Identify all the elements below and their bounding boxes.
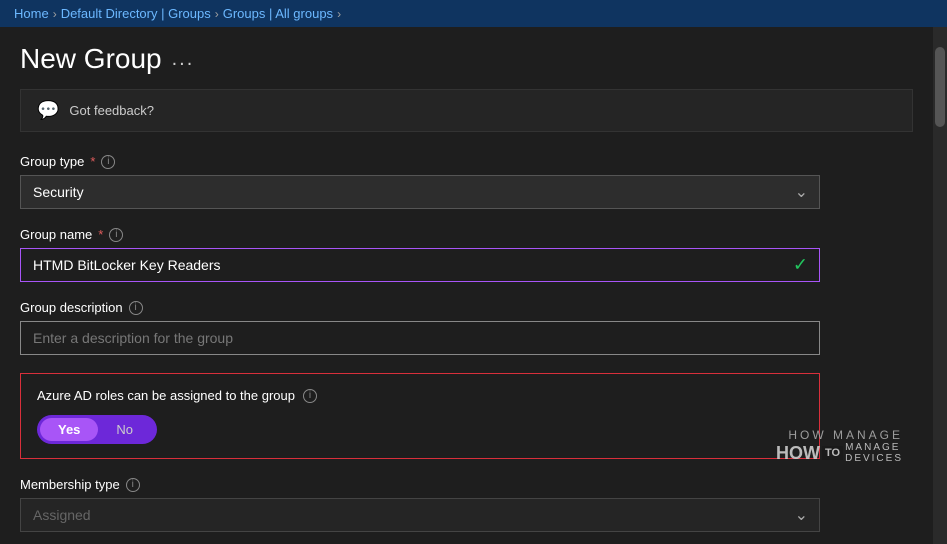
group-description-input[interactable] (20, 321, 820, 355)
required-star-name: * (98, 227, 103, 242)
breadcrumb: Home › Default Directory | Groups › Grou… (0, 0, 947, 27)
membership-type-dropdown-wrapper: Assigned Dynamic User Dynamic Device ⌄ (20, 498, 820, 532)
group-name-info-icon[interactable]: i (109, 228, 123, 242)
group-description-field: Group description i (20, 300, 913, 355)
page-title: New Group (20, 43, 162, 75)
watermark-how: HOW (776, 443, 820, 464)
feedback-text: Got feedback? (69, 103, 154, 118)
breadcrumb-sep2: › (215, 7, 219, 21)
page-title-section: New Group ... (0, 27, 933, 85)
membership-type-label: Membership type i (20, 477, 913, 492)
group-type-dropdown-wrapper: Security Microsoft 365 ⌄ (20, 175, 820, 209)
main-content: New Group ... 💬 Got feedback? Group type… (0, 27, 947, 544)
scrollbar[interactable] (933, 27, 947, 544)
toggle-yes-label: Yes (40, 418, 98, 441)
azure-roles-toggle-row: Yes No (37, 415, 803, 444)
breadcrumb-directory[interactable]: Default Directory | Groups (61, 6, 211, 21)
watermark-row2: HOW TO MANAGE DEVICES (776, 442, 903, 464)
group-description-info-icon[interactable]: i (129, 301, 143, 315)
ellipsis-button[interactable]: ... (172, 48, 195, 71)
watermark-logo: HOW MANAGE HOW TO MANAGE DEVICES (776, 428, 903, 464)
breadcrumb-sep1: › (53, 7, 57, 21)
group-type-select[interactable]: Security Microsoft 365 (20, 175, 820, 209)
form-area: New Group ... 💬 Got feedback? Group type… (0, 27, 933, 544)
membership-type-select[interactable]: Assigned Dynamic User Dynamic Device (20, 498, 820, 532)
breadcrumb-sep3: › (337, 7, 341, 21)
group-name-field: Group name * i ✓ (20, 227, 913, 282)
group-type-field: Group type * i Security Microsoft 365 ⌄ (20, 154, 913, 209)
required-star-type: * (90, 154, 95, 169)
group-type-label: Group type * i (20, 154, 913, 169)
watermark-row1: HOW MANAGE (788, 428, 903, 442)
group-type-info-icon[interactable]: i (101, 155, 115, 169)
breadcrumb-groups[interactable]: Groups | All groups (223, 6, 333, 21)
membership-type-field: Membership type i Assigned Dynamic User … (20, 477, 913, 532)
group-description-label: Group description i (20, 300, 913, 315)
group-name-input-wrapper: ✓ (20, 248, 820, 282)
form-fields: Group type * i Security Microsoft 365 ⌄ … (0, 148, 933, 544)
group-name-input[interactable] (20, 248, 820, 282)
membership-type-info-icon[interactable]: i (126, 478, 140, 492)
watermark-to: TO (822, 446, 843, 460)
azure-roles-info-icon[interactable]: i (303, 389, 317, 403)
watermark-right: MANAGE DEVICES (845, 442, 903, 464)
scroll-thumb[interactable] (935, 47, 945, 127)
watermark-devices: DEVICES (845, 453, 903, 464)
watermark: HOW MANAGE HOW TO MANAGE DEVICES (776, 428, 903, 464)
watermark-manage: MANAGE (845, 442, 903, 453)
feedback-bar[interactable]: 💬 Got feedback? (20, 89, 913, 132)
feedback-icon: 💬 (37, 100, 59, 121)
azure-roles-label: Azure AD roles can be assigned to the gr… (37, 388, 803, 403)
toggle-no-label: No (98, 418, 151, 441)
group-description-input-wrapper (20, 321, 820, 355)
azure-roles-toggle[interactable]: Yes No (37, 415, 157, 444)
group-name-label: Group name * i (20, 227, 913, 242)
breadcrumb-home[interactable]: Home (14, 6, 49, 21)
azure-roles-box: Azure AD roles can be assigned to the gr… (20, 373, 820, 459)
